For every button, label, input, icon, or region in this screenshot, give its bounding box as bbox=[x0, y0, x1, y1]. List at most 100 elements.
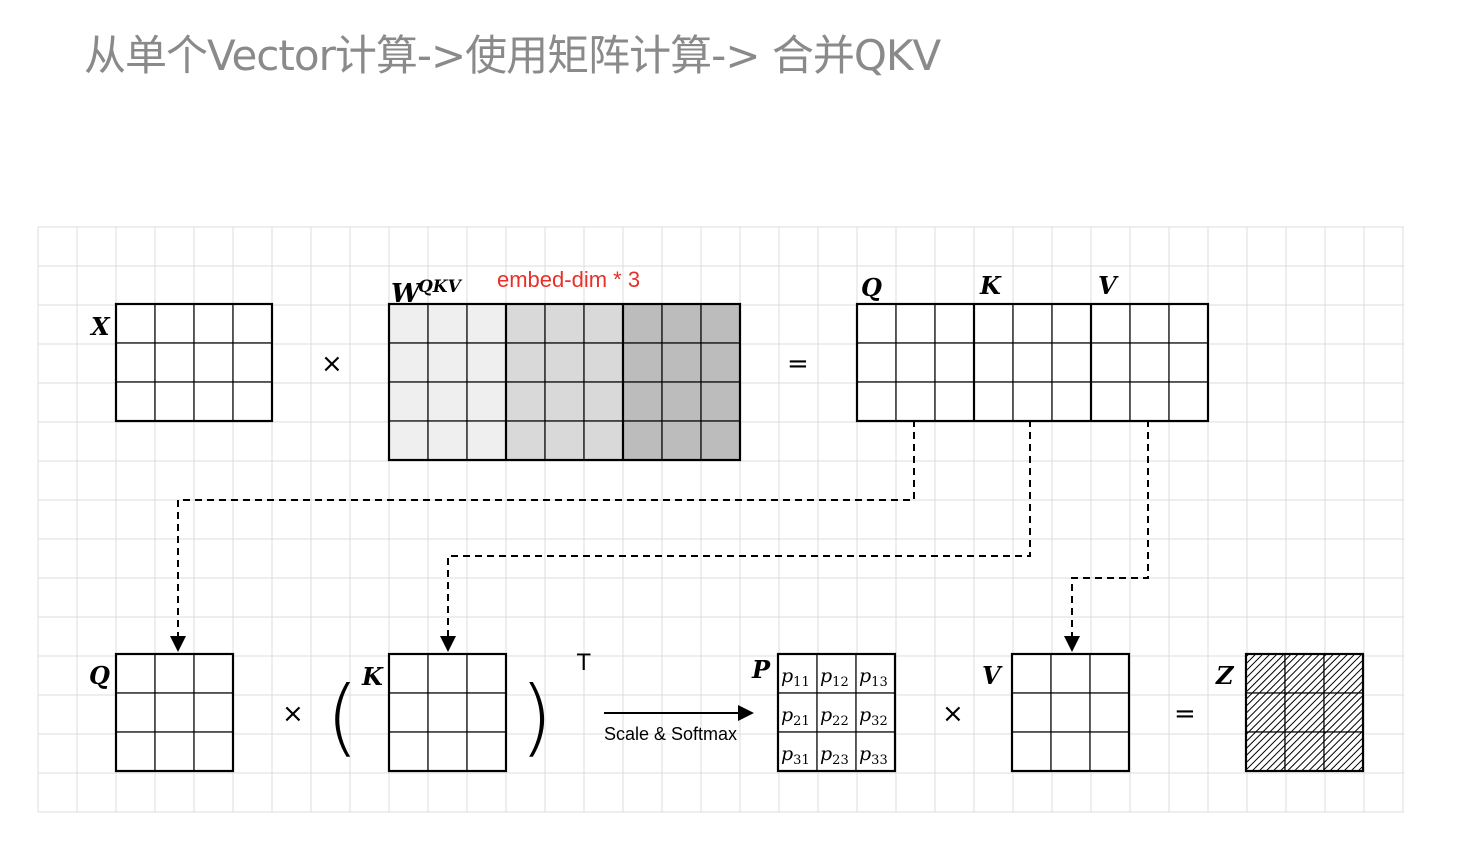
matrix-w-qkv-cell bbox=[661, 381, 702, 422]
matrix-z-cell bbox=[1245, 692, 1286, 733]
matrix-w-qkv-cell bbox=[583, 381, 624, 422]
matrix-v-cell bbox=[1011, 653, 1052, 694]
matrix-qkv bbox=[855, 302, 1210, 423]
matrix-w-qkv-cell bbox=[544, 381, 585, 422]
label-k-top: K bbox=[979, 271, 1002, 300]
matrix-q-cell bbox=[115, 692, 156, 733]
matrix-k-cell bbox=[427, 731, 468, 772]
matrix-qkv-cell bbox=[1168, 303, 1209, 344]
matrix-v-cell bbox=[1089, 731, 1130, 772]
matrix-qkv-cell bbox=[973, 342, 1014, 383]
qkv-diagram: X W QKV embed-dim * 3 × = Q K V Q × ( K … bbox=[37, 226, 1404, 813]
matrix-w-qkv-cell bbox=[583, 342, 624, 383]
matrix-w-qkv-cell bbox=[388, 381, 429, 422]
times-operator-2: × bbox=[282, 699, 304, 729]
matrix-w-qkv-cell bbox=[622, 381, 663, 422]
matrix-w-qkv-cell bbox=[544, 303, 585, 344]
matrix-w-qkv-cell bbox=[505, 342, 546, 383]
matrix-qkv-cell bbox=[856, 342, 897, 383]
label-w-superscript: QKV bbox=[418, 277, 463, 297]
matrix-x-cell bbox=[115, 303, 156, 344]
matrix-w-qkv-cell bbox=[505, 420, 546, 461]
matrix-qkv-cell bbox=[1012, 342, 1053, 383]
matrix-w-qkv-cell bbox=[661, 420, 702, 461]
matrix-q-cell bbox=[193, 653, 234, 694]
v-connector bbox=[1064, 420, 1149, 652]
matrix-qkv-cell bbox=[1051, 303, 1092, 344]
matrix-qkv-cell bbox=[895, 303, 936, 344]
matrix-w-qkv-cell bbox=[622, 303, 663, 344]
matrix-z-cell bbox=[1284, 653, 1325, 694]
matrix-v-cell bbox=[1050, 692, 1091, 733]
matrix-w-qkv bbox=[387, 302, 742, 462]
open-paren: ( bbox=[326, 668, 359, 766]
matrix-w-qkv-cell bbox=[661, 303, 702, 344]
matrix-w-qkv-cell bbox=[427, 303, 468, 344]
matrix-w-qkv-cell bbox=[700, 381, 741, 422]
matrix-z-cell bbox=[1284, 731, 1325, 772]
matrix-q-cell bbox=[193, 731, 234, 772]
matrix-x-cell bbox=[154, 381, 195, 422]
matrix-qkv-cell bbox=[856, 381, 897, 422]
matrix-v-cell bbox=[1050, 653, 1091, 694]
matrix-qkv-cell bbox=[934, 381, 975, 422]
matrix-qkv-cell bbox=[1012, 381, 1053, 422]
matrix-k-cell bbox=[388, 692, 429, 733]
matrix-w-qkv-cell bbox=[466, 342, 507, 383]
matrix-qkv-cell bbox=[1090, 381, 1131, 422]
matrix-qkv-cell bbox=[1090, 342, 1131, 383]
matrix-z-cell bbox=[1323, 653, 1364, 694]
matrix-w-qkv-cell bbox=[622, 342, 663, 383]
equals-operator-1: = bbox=[787, 349, 809, 379]
matrix-x-cell bbox=[115, 342, 156, 383]
matrix-k-cell bbox=[388, 731, 429, 772]
matrix-v-cell bbox=[1011, 692, 1052, 733]
matrix-v-cell bbox=[1050, 731, 1091, 772]
matrix-w-qkv-cell bbox=[388, 303, 429, 344]
matrix-k bbox=[387, 652, 508, 773]
matrix-w-qkv-cell bbox=[427, 420, 468, 461]
matrix-qkv-cell bbox=[1051, 381, 1092, 422]
matrix-z-cell bbox=[1323, 692, 1364, 733]
matrix-v-cell bbox=[1011, 731, 1052, 772]
matrix-w-qkv-cell bbox=[427, 342, 468, 383]
matrix-qkv-cell bbox=[934, 303, 975, 344]
matrix-k-cell bbox=[388, 653, 429, 694]
matrix-z-cell bbox=[1245, 653, 1286, 694]
matrix-x-cell bbox=[193, 342, 234, 383]
p-matrix-cells: p11 p12 p13p21 p22 p32p31 p23 p33 bbox=[781, 665, 888, 768]
matrix-z bbox=[1244, 652, 1365, 773]
matrix-qkv-cell bbox=[1051, 342, 1092, 383]
matrix-z-cell bbox=[1245, 731, 1286, 772]
matrix-q-cell bbox=[193, 692, 234, 733]
matrix-k-cell bbox=[427, 653, 468, 694]
matrix-w-qkv-cell bbox=[466, 381, 507, 422]
matrix-qkv-cell bbox=[1090, 303, 1131, 344]
label-q-bottom: Q bbox=[89, 661, 110, 690]
matrix-w-qkv-cell bbox=[700, 420, 741, 461]
times-operator-1: × bbox=[321, 349, 343, 379]
label-z: Z bbox=[1215, 661, 1235, 690]
matrix-w-qkv-cell bbox=[505, 303, 546, 344]
matrix-w-qkv-cell bbox=[661, 342, 702, 383]
matrix-w-qkv-cell bbox=[427, 381, 468, 422]
matrix-x-cell bbox=[232, 303, 273, 344]
matrix-w-qkv-cell bbox=[622, 420, 663, 461]
matrix-q-cell bbox=[154, 653, 195, 694]
matrix-k-cell bbox=[466, 653, 507, 694]
matrix-q-cell bbox=[154, 692, 195, 733]
matrix-k-cell bbox=[466, 731, 507, 772]
matrix-x-cell bbox=[154, 342, 195, 383]
matrix-q-cell bbox=[115, 653, 156, 694]
matrix-x-cell bbox=[115, 381, 156, 422]
matrix-v bbox=[1010, 652, 1131, 773]
matrix-k-cell bbox=[466, 692, 507, 733]
label-x: X bbox=[89, 312, 111, 341]
label-v-bottom: V bbox=[982, 661, 1003, 690]
matrix-w-qkv-cell bbox=[388, 420, 429, 461]
matrix-v-cell bbox=[1089, 692, 1130, 733]
embed-dim-note: embed-dim * 3 bbox=[497, 267, 640, 292]
matrix-x-cell bbox=[193, 303, 234, 344]
matrix-qkv-cell bbox=[973, 381, 1014, 422]
matrix-x-cell bbox=[193, 381, 234, 422]
